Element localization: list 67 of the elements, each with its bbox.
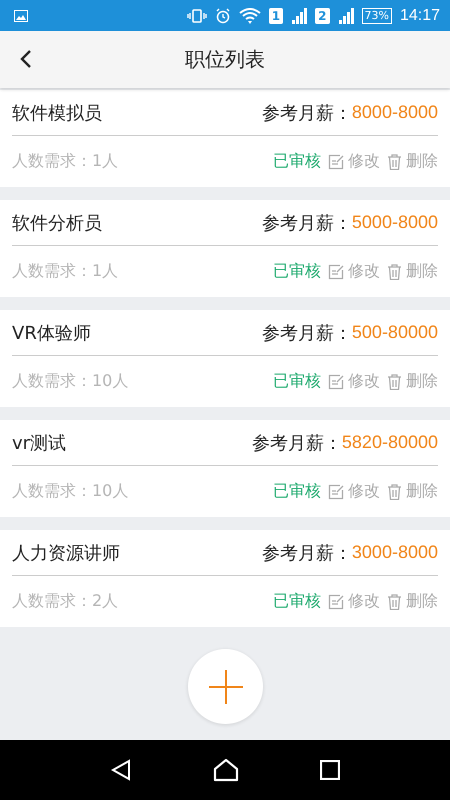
- job-title: 软件分析员: [12, 212, 103, 234]
- edit-link[interactable]: 修改: [348, 371, 380, 392]
- job-title: 软件模拟员: [12, 102, 103, 124]
- trash-icon[interactable]: [387, 264, 402, 280]
- trash-icon[interactable]: [387, 594, 402, 610]
- job-card[interactable]: VR体验师 参考月薪：500-80000 人数需求：10人 已审核 修改 删除: [0, 310, 450, 407]
- recents-icon[interactable]: [320, 760, 340, 780]
- salary-range: 5000-8000: [352, 212, 438, 233]
- edit-link[interactable]: 修改: [348, 151, 380, 172]
- job-card[interactable]: vr测试 参考月薪：5820-80000 人数需求：10人 已审核 修改 删除: [0, 420, 450, 517]
- trash-icon[interactable]: [387, 484, 402, 500]
- add-button[interactable]: [188, 649, 263, 724]
- delete-link[interactable]: 删除: [406, 371, 438, 392]
- home-icon[interactable]: [212, 758, 239, 782]
- edit-icon[interactable]: [328, 484, 344, 500]
- status-text: 已审核: [273, 151, 321, 172]
- delete-link[interactable]: 删除: [406, 151, 438, 172]
- status-text: 已审核: [273, 261, 321, 282]
- salary-label: 参考月薪：: [262, 322, 352, 344]
- sim-badge: 1: [268, 8, 284, 24]
- back-icon[interactable]: [110, 759, 132, 781]
- edit-link[interactable]: 修改: [348, 591, 380, 612]
- salary-label: 参考月薪：: [262, 102, 352, 124]
- headcount-text: 人数需求：2人: [12, 591, 120, 612]
- image-icon: [14, 10, 28, 22]
- delete-link[interactable]: 删除: [406, 481, 438, 502]
- headcount-text: 人数需求：1人: [12, 261, 120, 282]
- page-title: 职位列表: [185, 46, 265, 73]
- back-icon[interactable]: [20, 49, 32, 69]
- job-card[interactable]: 软件模拟员 参考月薪：8000-8000 人数需求：1人 已审核 修改 删除: [0, 90, 450, 187]
- plus-icon: [208, 670, 242, 704]
- salary-range: 3000-8000: [352, 542, 438, 563]
- edit-icon[interactable]: [328, 264, 344, 280]
- salary-label: 参考月薪：: [252, 432, 342, 454]
- edit-link[interactable]: 修改: [348, 481, 380, 502]
- clock: 14:17: [400, 6, 440, 24]
- delete-link[interactable]: 删除: [406, 591, 438, 612]
- salary-label: 参考月薪：: [262, 212, 352, 234]
- edit-icon[interactable]: [328, 594, 344, 610]
- edit-link[interactable]: 修改: [348, 261, 380, 282]
- job-card[interactable]: 人力资源讲师 参考月薪：3000-8000 人数需求：2人 已审核 修改 删除: [0, 530, 450, 627]
- salary-range: 500-80000: [352, 322, 438, 343]
- vibrate-icon: [186, 8, 207, 22]
- salary-range: 8000-8000: [352, 102, 438, 123]
- headcount-text: 人数需求：10人: [12, 371, 130, 392]
- job-card[interactable]: 软件分析员 参考月薪：5000-8000 人数需求：1人 已审核 修改 删除: [0, 200, 450, 297]
- sim-badge: 2: [315, 8, 330, 24]
- headcount-text: 人数需求：1人: [12, 151, 120, 172]
- job-title: 人力资源讲师: [12, 542, 121, 564]
- wifi-icon: [238, 8, 261, 24]
- signal-icon: [291, 8, 308, 24]
- salary-label: 参考月薪：: [262, 542, 352, 564]
- job-title: VR体验师: [12, 322, 92, 344]
- alarm-icon: [214, 8, 231, 24]
- trash-icon[interactable]: [387, 374, 402, 390]
- status-text: 已审核: [273, 371, 321, 392]
- edit-icon[interactable]: [328, 374, 344, 390]
- battery-level: 73%: [362, 8, 392, 24]
- signal-icon: [338, 8, 354, 24]
- headcount-text: 人数需求：10人: [12, 481, 130, 502]
- trash-icon[interactable]: [387, 154, 402, 170]
- delete-link[interactable]: 删除: [406, 261, 438, 282]
- salary-range: 5820-80000: [342, 432, 438, 453]
- edit-icon[interactable]: [328, 154, 344, 170]
- job-title: vr测试: [12, 432, 68, 454]
- status-text: 已审核: [273, 591, 321, 612]
- status-text: 已审核: [273, 481, 321, 502]
